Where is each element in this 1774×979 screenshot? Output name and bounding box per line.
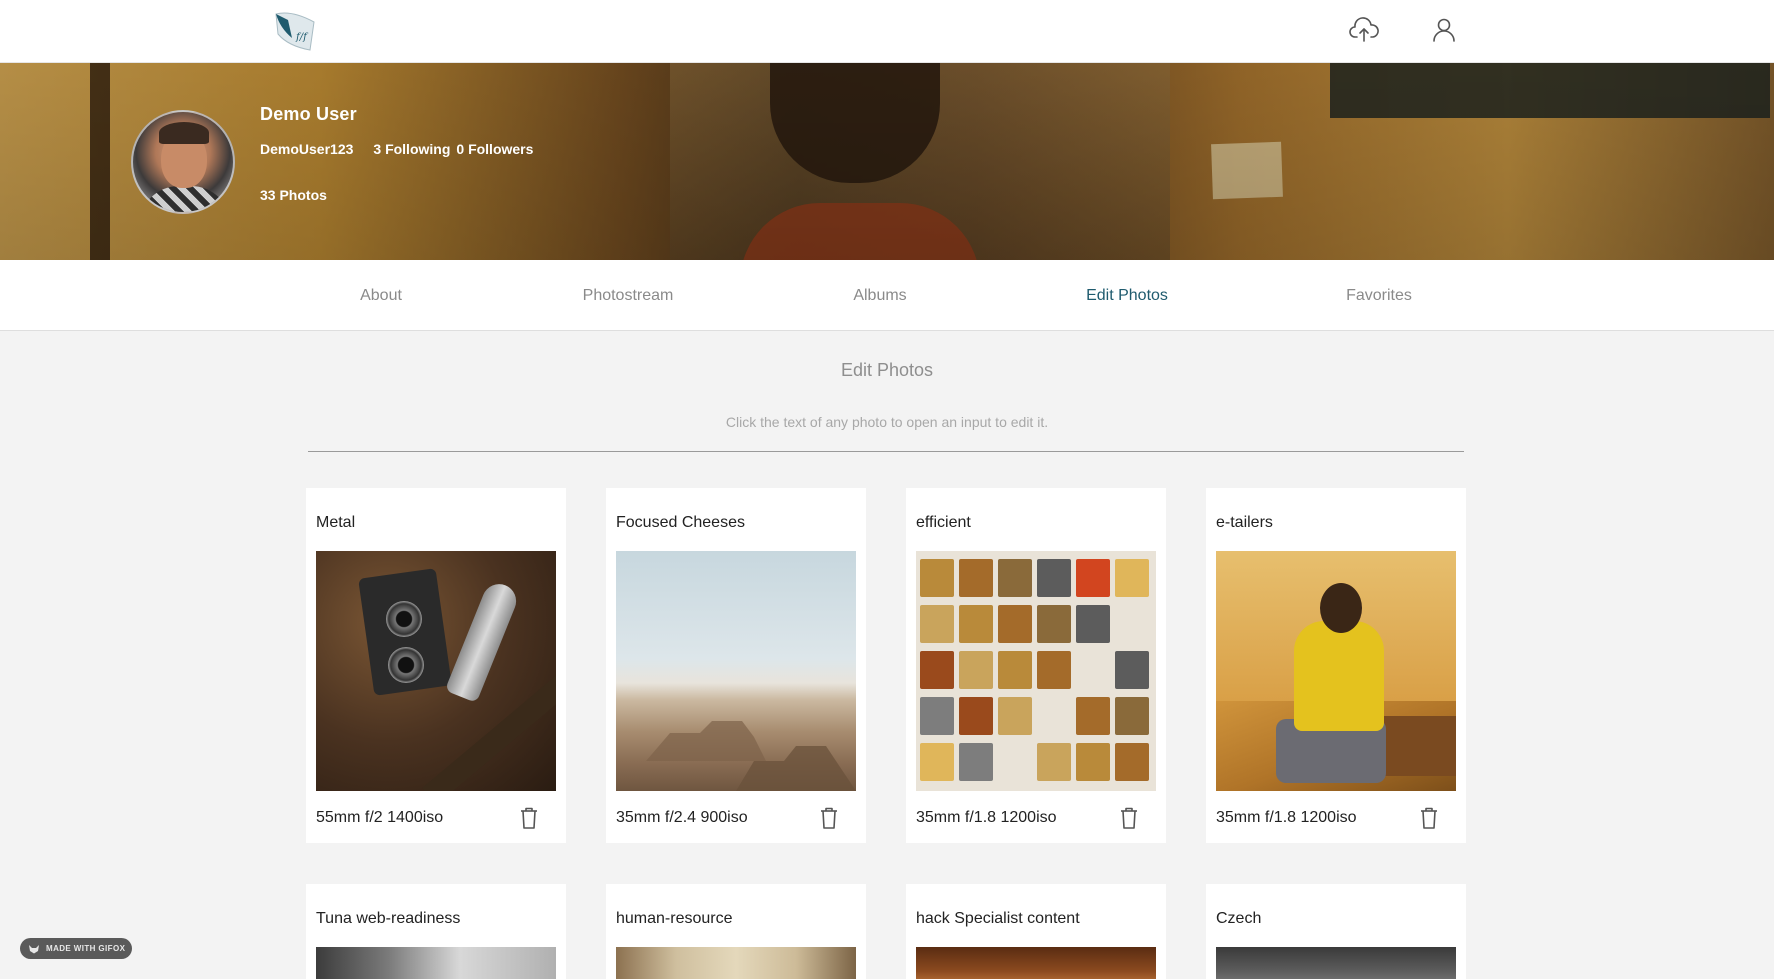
cloud-upload-icon[interactable] bbox=[1346, 12, 1382, 48]
profile-tabs: About Photostream Albums Edit Photos Fav… bbox=[0, 260, 1774, 331]
photo-title[interactable]: efficient bbox=[916, 514, 971, 532]
image-detail bbox=[998, 605, 1032, 643]
tab-edit-photos[interactable]: Edit Photos bbox=[1076, 260, 1178, 331]
image-detail bbox=[1320, 583, 1362, 633]
gifox-badge: MADE WITH GIFOX bbox=[20, 938, 132, 959]
profile-username: DemoUser123 bbox=[260, 141, 354, 157]
image-detail bbox=[998, 559, 1032, 597]
avatar-detail bbox=[139, 186, 231, 212]
photo-card: Metal 55mm f/2 1400iso bbox=[306, 488, 566, 843]
user-icon[interactable] bbox=[1426, 12, 1462, 48]
tab-photostream[interactable]: Photostream bbox=[570, 260, 686, 331]
profile-banner bbox=[0, 63, 1774, 260]
photo-image[interactable] bbox=[316, 947, 556, 979]
photo-card: Focused Cheeses 35mm f/2.4 900iso bbox=[606, 488, 866, 843]
image-detail bbox=[1037, 743, 1071, 781]
photo-card: Tuna web-readiness bbox=[306, 884, 566, 979]
section-subtitle: Click the text of any photo to open an i… bbox=[725, 414, 1049, 430]
image-detail bbox=[959, 697, 993, 735]
image-detail bbox=[920, 559, 954, 597]
trash-icon[interactable] bbox=[1118, 806, 1140, 830]
photo-title[interactable]: Focused Cheeses bbox=[616, 514, 745, 532]
tab-about[interactable]: About bbox=[345, 260, 417, 331]
photo-image[interactable] bbox=[316, 551, 556, 791]
section-title: Edit Photos bbox=[840, 360, 934, 380]
tab-albums[interactable]: Albums bbox=[840, 260, 920, 331]
image-detail bbox=[1076, 559, 1110, 597]
photo-image[interactable] bbox=[616, 947, 856, 979]
photo-title[interactable]: hack Specialist content bbox=[916, 910, 1080, 928]
image-detail bbox=[1076, 697, 1110, 735]
avatar-detail bbox=[159, 122, 209, 144]
photo-image[interactable] bbox=[1216, 947, 1456, 979]
photo-image[interactable] bbox=[916, 947, 1156, 979]
image-detail bbox=[959, 651, 993, 689]
trash-icon[interactable] bbox=[518, 806, 540, 830]
image-detail bbox=[1037, 559, 1071, 597]
image-detail bbox=[920, 605, 954, 643]
photo-title[interactable]: Metal bbox=[316, 514, 355, 532]
photo-image[interactable] bbox=[616, 551, 856, 791]
image-detail bbox=[959, 605, 993, 643]
trash-icon[interactable] bbox=[1418, 806, 1440, 830]
photo-settings[interactable]: 55mm f/2 1400iso bbox=[316, 809, 443, 827]
image-detail bbox=[386, 601, 422, 637]
photo-image[interactable] bbox=[916, 551, 1156, 791]
photo-card: efficient 35mm f/1.8 1200iso bbox=[906, 488, 1166, 843]
follow-counts: 3 Following 0 Followers bbox=[373, 141, 533, 157]
photo-card: hack Specialist content bbox=[906, 884, 1166, 979]
image-detail bbox=[959, 559, 993, 597]
avatar[interactable] bbox=[131, 110, 235, 214]
image-detail bbox=[1076, 743, 1110, 781]
logo[interactable]: f/f bbox=[270, 8, 320, 52]
image-detail bbox=[920, 743, 954, 781]
image-detail bbox=[444, 579, 522, 703]
divider bbox=[308, 451, 1464, 452]
image-detail bbox=[646, 721, 766, 761]
banner-overlay bbox=[0, 63, 1774, 260]
photo-title[interactable]: Czech bbox=[1216, 910, 1261, 928]
image-detail bbox=[1076, 605, 1110, 643]
photo-settings[interactable]: 35mm f/1.8 1200iso bbox=[1216, 809, 1357, 827]
photo-count: 33 Photos bbox=[260, 187, 327, 203]
photo-card: Czech bbox=[1206, 884, 1466, 979]
profile-meta: DemoUser123 3 Following 0 Followers bbox=[260, 141, 533, 157]
image-detail bbox=[1115, 697, 1149, 735]
image-detail bbox=[959, 743, 993, 781]
image-detail bbox=[1115, 651, 1149, 689]
image-detail bbox=[388, 647, 424, 683]
image-detail bbox=[920, 697, 954, 735]
profile-name: Demo User bbox=[260, 104, 357, 124]
image-detail bbox=[1115, 559, 1149, 597]
tab-favorites[interactable]: Favorites bbox=[1336, 260, 1422, 331]
gifox-label: MADE WITH GIFOX bbox=[46, 944, 126, 953]
image-detail bbox=[1115, 743, 1149, 781]
image-detail bbox=[998, 651, 1032, 689]
image-detail bbox=[998, 697, 1032, 735]
image-detail bbox=[920, 651, 954, 689]
photo-title[interactable]: e-tailers bbox=[1216, 514, 1273, 532]
trash-icon[interactable] bbox=[818, 806, 840, 830]
following-count[interactable]: 3 Following bbox=[373, 141, 450, 157]
top-navbar: f/f bbox=[0, 0, 1774, 63]
photo-card: e-tailers 35mm f/1.8 1200iso bbox=[1206, 488, 1466, 843]
photo-title[interactable]: Tuna web-readiness bbox=[316, 910, 460, 928]
photo-card: human-resource bbox=[606, 884, 866, 979]
fox-icon bbox=[29, 944, 39, 953]
followers-count[interactable]: 0 Followers bbox=[456, 141, 533, 157]
image-detail bbox=[1037, 651, 1071, 689]
photo-image[interactable] bbox=[1216, 551, 1456, 791]
photo-title[interactable]: human-resource bbox=[616, 910, 733, 928]
image-detail bbox=[1037, 605, 1071, 643]
photo-settings[interactable]: 35mm f/2.4 900iso bbox=[616, 809, 748, 827]
image-detail bbox=[1294, 621, 1384, 731]
photo-settings[interactable]: 35mm f/1.8 1200iso bbox=[916, 809, 1057, 827]
